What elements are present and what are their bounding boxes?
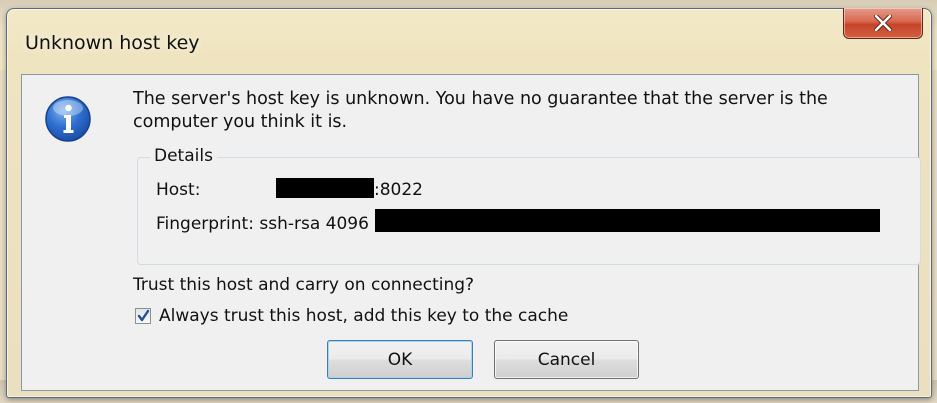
host-port: :8022 [374, 180, 423, 200]
ok-button[interactable]: OK [327, 340, 473, 379]
host-row: Host: :8022 [156, 178, 423, 200]
host-key-dialog: Unknown host key The server's host key i… [6, 8, 932, 398]
checkmark-icon [137, 309, 150, 322]
window-title: Unknown host key [25, 32, 200, 54]
warning-message: The server's host key is unknown. You ha… [133, 89, 828, 132]
always-trust-label: Always trust this host, add this key to … [159, 306, 569, 326]
fingerprint-label: Fingerprint: ssh-rsa 4096 [156, 214, 369, 234]
trust-question: Trust this host and carry on connecting? [133, 275, 475, 295]
dialog-body: The server's host key is unknown. You ha… [21, 74, 921, 391]
title-bar[interactable]: Unknown host key [7, 8, 931, 71]
fingerprint-row: Fingerprint: ssh-rsa 4096 [156, 209, 880, 234]
redacted-fingerprint [374, 209, 880, 232]
always-trust-checkbox[interactable] [135, 308, 151, 324]
cancel-button[interactable]: Cancel [494, 340, 639, 379]
close-x-icon [874, 15, 892, 31]
redacted-hostname [276, 178, 374, 198]
info-icon [45, 96, 91, 142]
details-group: Details Host: :8022 Fingerprint: ssh-rsa … [137, 146, 921, 265]
details-legend: Details [150, 146, 217, 166]
close-button[interactable] [843, 8, 923, 39]
host-label: Host: [156, 180, 201, 200]
